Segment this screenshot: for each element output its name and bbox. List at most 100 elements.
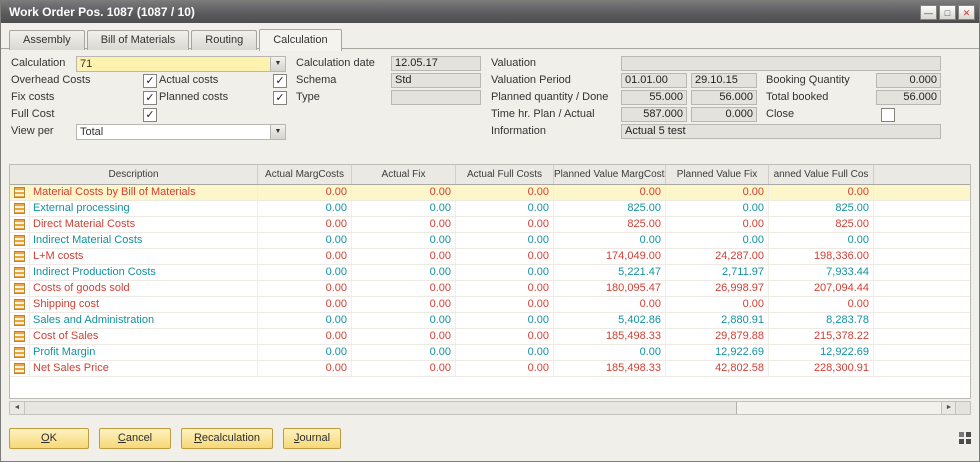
- table-row[interactable]: Cost of Sales0.000.000.00185,498.3329,87…: [10, 329, 970, 345]
- chevron-down-icon[interactable]: ▼: [270, 125, 285, 139]
- table-row[interactable]: Shipping cost0.000.000.000.000.000.00: [10, 297, 970, 313]
- row-description: Direct Material Costs: [30, 217, 258, 232]
- recalculation-button[interactable]: Recalculation: [181, 428, 273, 449]
- booking-quantity-value: 0.000: [876, 73, 941, 88]
- row-value: 12,922.69: [769, 345, 874, 360]
- row-value: 29,879.88: [666, 329, 769, 344]
- row-details-icon[interactable]: [14, 363, 25, 374]
- row-value: 207,094.44: [769, 281, 874, 296]
- column-header-actual-fix[interactable]: Actual Fix: [352, 165, 456, 184]
- row-value: 26,998.97: [666, 281, 769, 296]
- row-value: 0.00: [352, 233, 456, 248]
- table-row[interactable]: Profit Margin0.000.000.000.0012,922.6912…: [10, 345, 970, 361]
- cancel-button[interactable]: Cancel: [99, 428, 171, 449]
- schema-value: Std: [391, 73, 481, 88]
- row-value: 0.00: [258, 265, 352, 280]
- actual-costs-checkbox[interactable]: ✓: [273, 74, 287, 88]
- column-header-planned-value-fix[interactable]: Planned Value Fix: [666, 165, 769, 184]
- tab-assembly[interactable]: Assembly: [9, 30, 85, 50]
- column-header-description[interactable]: Description: [10, 165, 258, 184]
- row-filler: [874, 345, 970, 360]
- row-value: 0.00: [456, 185, 554, 200]
- row-filler: [874, 329, 970, 344]
- column-header-actual-full-costs[interactable]: Actual Full Costs: [456, 165, 554, 184]
- row-value: 0.00: [352, 345, 456, 360]
- row-details-icon[interactable]: [14, 251, 25, 262]
- done-quantity-value: 56.000: [691, 90, 757, 105]
- row-value: 215,378.22: [769, 329, 874, 344]
- row-icon-cell: [10, 281, 30, 296]
- horizontal-scrollbar[interactable]: ◄ ►: [9, 401, 971, 415]
- row-value: 0.00: [666, 297, 769, 312]
- table-row[interactable]: External processing0.000.000.00825.000.0…: [10, 201, 970, 217]
- table-row[interactable]: Direct Material Costs0.000.000.00825.000…: [10, 217, 970, 233]
- valuation-period-from: 01.01.00: [621, 73, 687, 88]
- row-value: 0.00: [258, 217, 352, 232]
- row-value: 0.00: [769, 297, 874, 312]
- column-header-actual-margcosts[interactable]: Actual MargCosts: [258, 165, 352, 184]
- ok-button[interactable]: OK: [9, 428, 89, 449]
- row-details-icon[interactable]: [14, 235, 25, 246]
- row-value: 0.00: [352, 297, 456, 312]
- row-filler: [874, 265, 970, 280]
- table-row[interactable]: L+M costs0.000.000.00174,049.0024,287.00…: [10, 249, 970, 265]
- row-details-icon[interactable]: [14, 219, 25, 230]
- table-row[interactable]: Net Sales Price0.000.000.00185,498.3342,…: [10, 361, 970, 377]
- scroll-left-icon[interactable]: ◄: [10, 402, 25, 414]
- table-body: Material Costs by Bill of Materials0.000…: [10, 185, 970, 377]
- table-row[interactable]: Indirect Material Costs0.000.000.000.000…: [10, 233, 970, 249]
- scrollbar-corner: [955, 402, 970, 414]
- row-details-icon[interactable]: [14, 331, 25, 342]
- row-icon-cell: [10, 329, 30, 344]
- row-details-icon[interactable]: [14, 203, 25, 214]
- row-value: 0.00: [258, 233, 352, 248]
- calculation-table: DescriptionActual MargCostsActual FixAct…: [9, 164, 971, 399]
- maximize-icon[interactable]: □: [939, 5, 956, 20]
- scroll-right-icon[interactable]: ►: [941, 402, 956, 414]
- view-per-combo[interactable]: Total ▼: [76, 124, 286, 140]
- calculation-date-label: Calculation date: [296, 56, 375, 71]
- valuation-value: [621, 56, 941, 71]
- tab-routing[interactable]: Routing: [191, 30, 257, 50]
- planned-costs-checkbox[interactable]: ✓: [273, 91, 287, 105]
- row-value: 0.00: [258, 201, 352, 216]
- row-value: 0.00: [352, 217, 456, 232]
- tab-calculation[interactable]: Calculation: [259, 29, 341, 51]
- resize-grip[interactable]: [959, 432, 972, 445]
- column-header-planned-value-margcosts[interactable]: Planned Value MargCosts: [554, 165, 666, 184]
- chevron-down-icon[interactable]: ▼: [270, 57, 285, 71]
- row-details-icon[interactable]: [14, 347, 25, 358]
- row-description: Costs of goods sold: [30, 281, 258, 296]
- close-icon[interactable]: ✕: [958, 5, 975, 20]
- row-details-icon[interactable]: [14, 187, 25, 198]
- row-value: 0.00: [352, 329, 456, 344]
- row-filler: [874, 233, 970, 248]
- journal-button[interactable]: Journal: [283, 428, 341, 449]
- row-value: 0.00: [456, 313, 554, 328]
- row-value: 2,880.91: [666, 313, 769, 328]
- table-header-row: DescriptionActual MargCostsActual FixAct…: [10, 165, 970, 185]
- table-row[interactable]: Costs of goods sold0.000.000.00180,095.4…: [10, 281, 970, 297]
- table-row[interactable]: Indirect Production Costs0.000.000.005,2…: [10, 265, 970, 281]
- column-header-anned-value-full-cos[interactable]: anned Value Full Cos: [769, 165, 874, 184]
- row-value: 42,802.58: [666, 361, 769, 376]
- full-cost-checkbox[interactable]: ✓: [143, 108, 157, 122]
- scrollbar-thumb[interactable]: [25, 402, 737, 414]
- minimize-icon[interactable]: —: [920, 5, 937, 20]
- titlebar[interactable]: Work Order Pos. 1087 (1087 / 10) — □ ✕: [1, 1, 979, 23]
- overhead-costs-checkbox[interactable]: ✓: [143, 74, 157, 88]
- row-value: 0.00: [456, 297, 554, 312]
- row-details-icon[interactable]: [14, 299, 25, 310]
- row-details-icon[interactable]: [14, 283, 25, 294]
- row-description: External processing: [30, 201, 258, 216]
- fix-costs-checkbox[interactable]: ✓: [143, 91, 157, 105]
- calculation-combo[interactable]: 71 ▼: [76, 56, 286, 72]
- tab-bill-of-materials[interactable]: Bill of Materials: [87, 30, 190, 50]
- table-row[interactable]: Sales and Administration0.000.000.005,40…: [10, 313, 970, 329]
- header-filler: [874, 165, 970, 184]
- time-hr-label: Time hr. Plan / Actual: [491, 107, 595, 122]
- table-row[interactable]: Material Costs by Bill of Materials0.000…: [10, 185, 970, 201]
- row-details-icon[interactable]: [14, 315, 25, 326]
- close-checkbox[interactable]: [881, 108, 895, 122]
- row-details-icon[interactable]: [14, 267, 25, 278]
